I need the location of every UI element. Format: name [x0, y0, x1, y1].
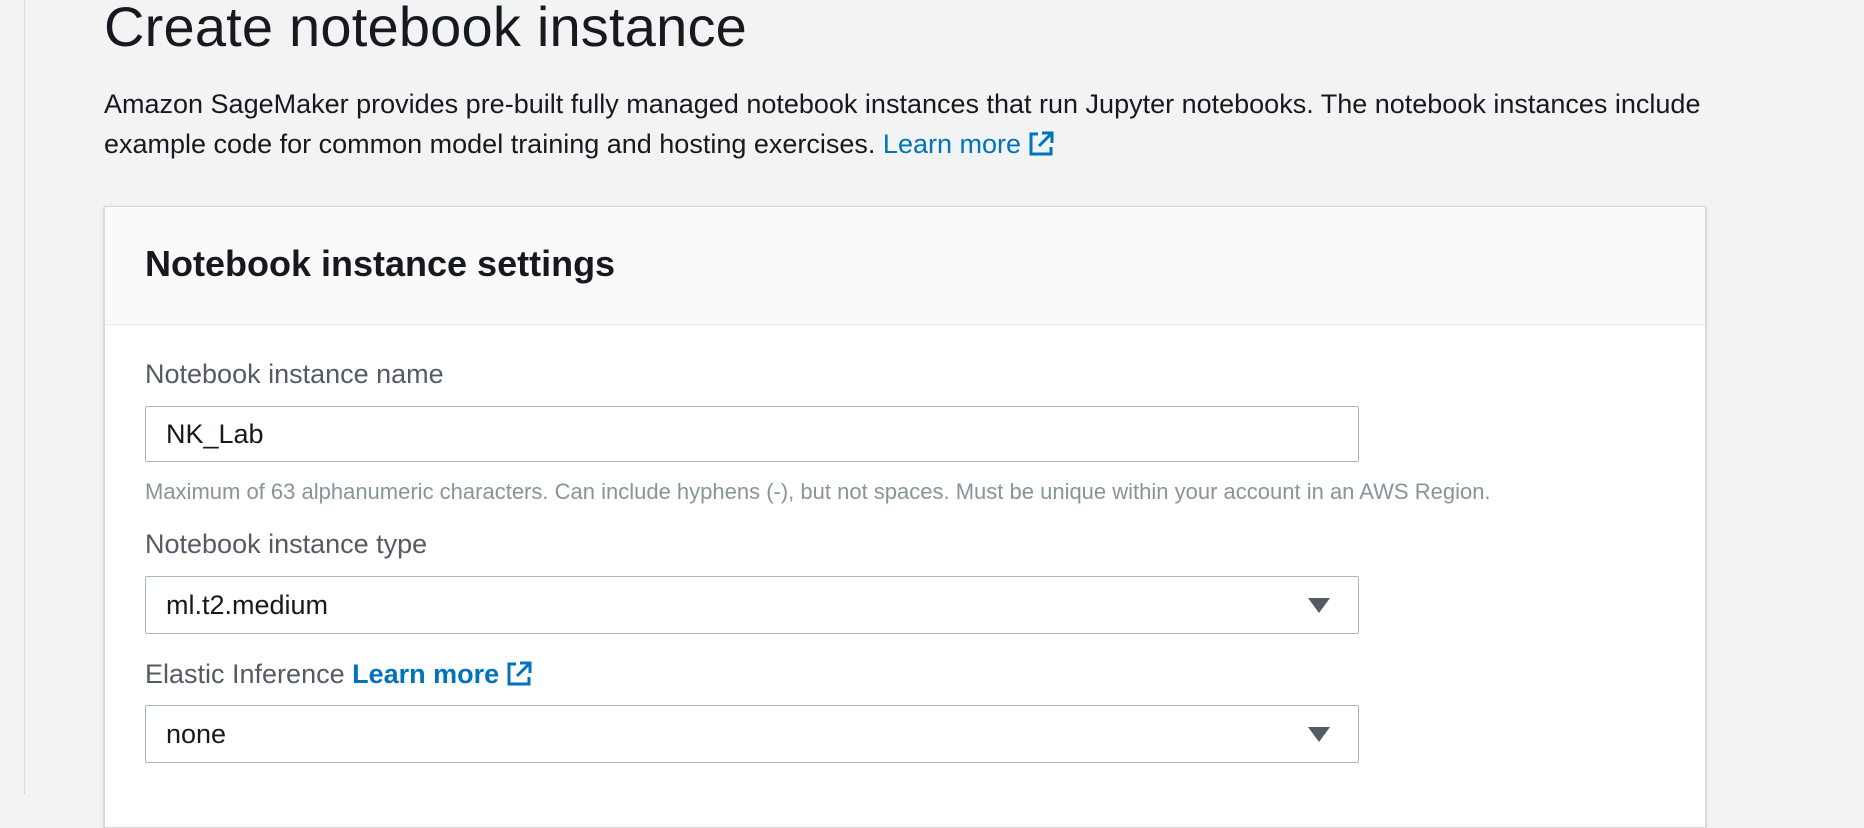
instance-type-select[interactable]: ml.t2.medium [145, 576, 1359, 634]
elastic-learn-more-link[interactable]: Learn more [352, 659, 533, 689]
external-link-icon [1027, 129, 1055, 169]
dropdown-caret-icon [1308, 598, 1330, 613]
instance-name-hint: Maximum of 63 alphanumeric characters. C… [145, 479, 1491, 504]
instance-type-value: ml.t2.medium [166, 590, 329, 620]
elastic-inference-label: Elastic Inference Learn more [145, 659, 533, 695]
external-link-icon [505, 660, 533, 695]
elastic-learn-more-label: Learn more [352, 659, 500, 689]
instance-type-label: Notebook instance type [145, 529, 428, 559]
elastic-inference-value: none [166, 719, 227, 749]
left-divider [24, 0, 25, 794]
settings-panel: Notebook instance settings Notebook inst… [104, 206, 1706, 828]
dropdown-caret-icon [1308, 727, 1330, 742]
learn-more-link[interactable]: Learn more [883, 129, 1055, 159]
elastic-inference-text: Elastic Inference [145, 659, 345, 689]
instance-name-label: Notebook instance name [145, 359, 444, 389]
page-description: Amazon SageMaker provides pre-built full… [104, 84, 1724, 169]
panel-header: Notebook instance settings [105, 207, 1705, 325]
instance-name-input[interactable] [145, 406, 1359, 462]
learn-more-label: Learn more [882, 129, 1021, 159]
page-title: Create notebook instance [104, 0, 748, 58]
panel-title: Notebook instance settings [145, 243, 616, 284]
elastic-inference-select[interactable]: none [145, 705, 1359, 763]
